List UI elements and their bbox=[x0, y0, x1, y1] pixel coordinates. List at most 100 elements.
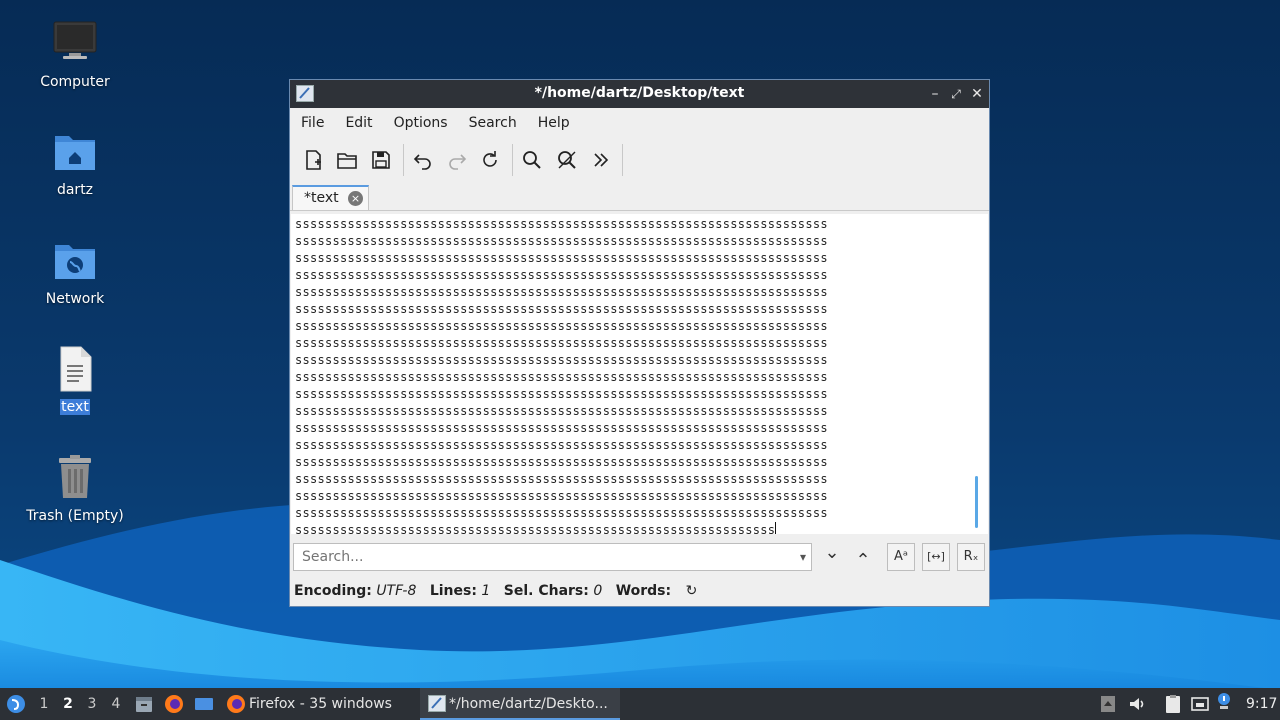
find-replace-button[interactable] bbox=[556, 149, 578, 171]
editor-line: ssssssssssssssssssssssssssssssssssssssss… bbox=[295, 455, 828, 469]
show-desktop-icon[interactable] bbox=[194, 694, 214, 714]
workspace-2[interactable]: 2 bbox=[58, 696, 78, 712]
workspace-1[interactable]: 1 bbox=[34, 696, 54, 712]
tab-close-icon[interactable]: × bbox=[348, 191, 363, 206]
update-notification-icon[interactable] bbox=[1214, 691, 1234, 711]
desktop-icon-label: Trash (Empty) bbox=[26, 508, 124, 524]
text-caret bbox=[775, 522, 777, 534]
reload-icon bbox=[483, 151, 497, 167]
tab-label: *text bbox=[304, 190, 339, 206]
firefox-icon bbox=[227, 695, 245, 713]
find-next-button[interactable]: ⌄ bbox=[821, 544, 843, 568]
taskbar: 1 2 3 4 Firefox - 35 windows */home/dart… bbox=[0, 688, 1280, 720]
find-button[interactable] bbox=[521, 149, 543, 171]
whole-word-toggle[interactable]: [↔] bbox=[922, 543, 950, 571]
task-firefox[interactable]: Firefox - 35 windows bbox=[222, 688, 414, 720]
desktop-icon-label: Computer bbox=[40, 74, 110, 90]
maximize-button[interactable]: ⤢ bbox=[948, 86, 964, 102]
desktop-icon-text[interactable]: text bbox=[20, 345, 130, 415]
undo-button[interactable] bbox=[412, 149, 434, 171]
vertical-scrollbar[interactable] bbox=[975, 476, 978, 528]
menu-edit[interactable]: Edit bbox=[334, 108, 382, 131]
editor-line: ssssssssssssssssssssssssssssssssssssssss… bbox=[295, 370, 828, 384]
more-tools-button[interactable] bbox=[590, 149, 612, 171]
network-status-icon[interactable] bbox=[1190, 694, 1210, 714]
redo-button[interactable] bbox=[446, 149, 468, 171]
tray-expand-icon[interactable] bbox=[1100, 695, 1116, 713]
search-history-dropdown-icon[interactable]: ▾ bbox=[800, 550, 806, 564]
editor-line: ssssssssssssssssssssssssssssssssssssssss… bbox=[295, 489, 828, 503]
toolbar bbox=[290, 138, 989, 182]
regex-toggle[interactable]: Rₓ bbox=[957, 543, 985, 571]
tab-bar: *text × bbox=[290, 182, 989, 211]
toolbar-separator bbox=[622, 144, 623, 176]
search-bar: ▾ ⌄ ⌃ Aᵃ [↔] Rₓ bbox=[290, 536, 989, 576]
menu-options[interactable]: Options bbox=[383, 108, 458, 131]
volume-icon[interactable] bbox=[1127, 694, 1147, 714]
find-previous-button[interactable]: ⌃ bbox=[852, 546, 874, 571]
find-icon bbox=[523, 151, 541, 169]
search-field[interactable]: ▾ bbox=[293, 543, 812, 571]
editor-line: ssssssssssssssssssssssssssssssssssssssss… bbox=[295, 268, 828, 282]
window-title: */home/dartz/Desktop/text bbox=[534, 85, 745, 101]
match-case-toggle[interactable]: Aᵃ bbox=[887, 543, 915, 571]
editor-line: ssssssssssssssssssssssssssssssssssssssss… bbox=[295, 336, 828, 350]
desktop-icon-label: Network bbox=[45, 291, 105, 307]
file-manager-launcher-icon[interactable] bbox=[134, 694, 154, 714]
sel-chars-value: 0 bbox=[593, 583, 603, 599]
editor-line: ssssssssssssssssssssssssssssssssssssssss… bbox=[295, 319, 828, 333]
editor-line: ssssssssssssssssssssssssssssssssssssssss… bbox=[295, 387, 828, 401]
desktop-icon-network[interactable]: Network bbox=[20, 237, 130, 307]
computer-icon bbox=[53, 21, 97, 59]
desktop-icon-dartz[interactable]: dartz bbox=[20, 128, 130, 198]
editor-line: ssssssssssssssssssssssssssssssssssssssss… bbox=[295, 404, 828, 418]
reload-button[interactable] bbox=[479, 149, 501, 171]
minimize-button[interactable]: – bbox=[927, 86, 943, 102]
task-label: */home/dartz/Deskto... bbox=[449, 696, 608, 712]
open-file-button[interactable] bbox=[336, 149, 358, 171]
refresh-word-count-icon[interactable]: ↻ bbox=[686, 583, 698, 599]
menu-search[interactable]: Search bbox=[458, 108, 527, 131]
new-document-button[interactable] bbox=[302, 149, 324, 171]
home-folder-icon bbox=[55, 136, 95, 170]
menu-bar: File Edit Options Search Help bbox=[290, 108, 989, 138]
text-editor-area[interactable]: ssssssssssssssssssssssssssssssssssssssss… bbox=[291, 214, 988, 534]
editor-line: ssssssssssssssssssssssssssssssssssssssss… bbox=[295, 302, 828, 316]
save-icon bbox=[372, 151, 390, 169]
clipboard-icon[interactable] bbox=[1163, 694, 1183, 714]
firefox-launcher-icon[interactable] bbox=[164, 694, 184, 714]
search-input[interactable] bbox=[300, 548, 784, 566]
sel-chars-label: Sel. Chars: bbox=[503, 583, 589, 599]
network-folder-icon bbox=[55, 245, 95, 279]
editor-last-line-wrap: ssssssssssssssssssssssssssssssssssssssss… bbox=[295, 522, 965, 534]
words-label: Words: bbox=[615, 583, 672, 599]
tab-text[interactable]: *text × bbox=[292, 185, 369, 210]
workspace-4[interactable]: 4 bbox=[106, 696, 126, 712]
open-folder-icon bbox=[337, 153, 357, 169]
window-titlebar[interactable]: */home/dartz/Desktop/text – ⤢ ✕ bbox=[290, 80, 989, 108]
lines-label: Lines: bbox=[429, 583, 477, 599]
toolbar-separator bbox=[403, 144, 404, 176]
desktop-icon-computer[interactable]: Computer bbox=[20, 20, 130, 90]
menu-help[interactable]: Help bbox=[527, 108, 580, 131]
editor-line: ssssssssssssssssssssssssssssssssssssssss… bbox=[295, 251, 828, 265]
editor-line: ssssssssssssssssssssssssssssssssssssssss… bbox=[295, 353, 828, 367]
menu-file[interactable]: File bbox=[290, 108, 334, 131]
trash-icon bbox=[59, 455, 91, 498]
save-button[interactable] bbox=[370, 149, 392, 171]
start-menu-icon[interactable] bbox=[6, 694, 26, 714]
new-document-icon bbox=[306, 150, 321, 170]
editor-line: ssssssssssssssssssssssssssssssssssssssss… bbox=[295, 472, 828, 486]
editor-line: ssssssssssssssssssssssssssssssssssssssss… bbox=[295, 421, 828, 435]
editor-line: ssssssssssssssssssssssssssssssssssssssss… bbox=[295, 523, 776, 534]
editor-lines: ssssssssssssssssssssssssssssssssssssssss… bbox=[291, 214, 988, 534]
editor-line: ssssssssssssssssssssssssssssssssssssssss… bbox=[295, 438, 828, 452]
desktop-icon-trash[interactable]: Trash (Empty) bbox=[20, 454, 130, 524]
close-button[interactable]: ✕ bbox=[969, 86, 985, 102]
task-text-editor[interactable]: */home/dartz/Deskto... bbox=[420, 688, 620, 720]
clock[interactable]: 9:17 bbox=[1246, 696, 1277, 712]
editor-line: ssssssssssssssssssssssssssssssssssssssss… bbox=[295, 285, 828, 299]
workspace-3[interactable]: 3 bbox=[82, 696, 102, 712]
text-editor-window: */home/dartz/Desktop/text – ⤢ ✕ File Edit… bbox=[289, 79, 990, 607]
desktop-icon-label: dartz bbox=[56, 182, 94, 198]
